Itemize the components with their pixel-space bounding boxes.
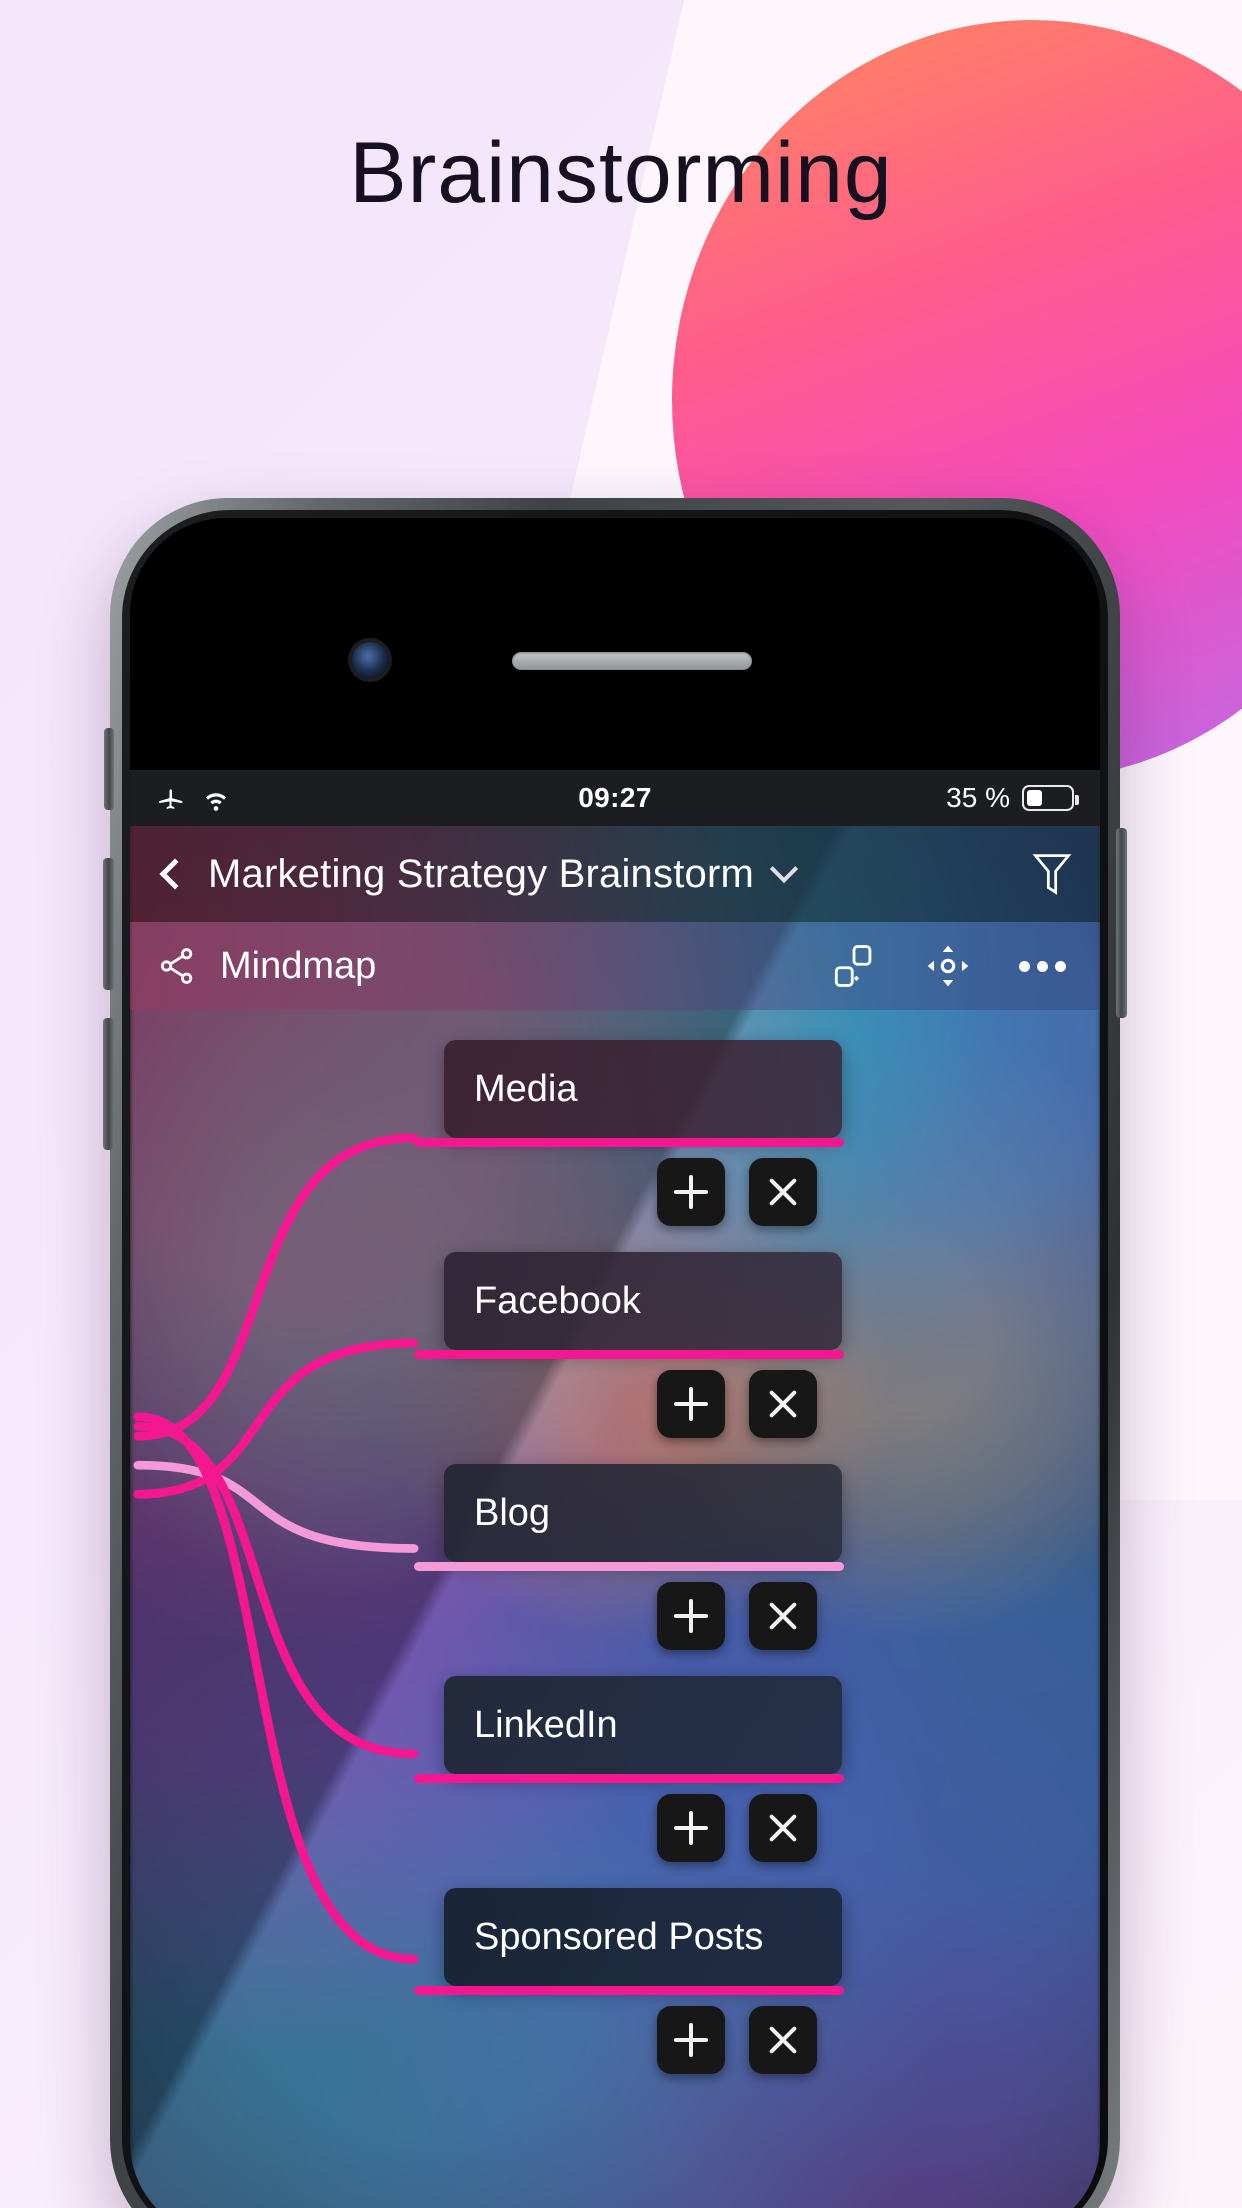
battery-icon [1022, 785, 1079, 811]
add-node-button[interactable] [657, 1582, 725, 1650]
chevron-left-icon[interactable] [159, 858, 191, 890]
node-action-row [657, 1794, 817, 1862]
sensor-row [130, 640, 1100, 680]
close-icon [765, 1386, 801, 1422]
mindmap-node-label: Blog [474, 1491, 551, 1534]
node-action-row [657, 1370, 817, 1438]
mindmap-edge [133, 1460, 419, 1553]
mindmap-node[interactable]: Media [444, 1040, 842, 1138]
earpiece-speaker [512, 652, 752, 670]
mindmap-node-label: Sponsored Posts [474, 1915, 764, 1958]
plus-icon [674, 1387, 708, 1421]
toolbar-actions [831, 943, 1074, 989]
more-horizontal-icon[interactable] [1019, 960, 1066, 972]
battery-fill [1027, 790, 1042, 806]
share-nodes-icon [160, 948, 193, 984]
add-node-button[interactable] [657, 1370, 725, 1438]
mindmap-node-connector [414, 1138, 844, 1147]
mindmap-edges [133, 1133, 419, 1964]
node-action-row [657, 1582, 817, 1650]
close-icon [765, 1810, 801, 1846]
navigation-bar: Marketing Strategy Brainstorm [130, 826, 1100, 922]
close-icon [765, 1598, 801, 1634]
delete-node-button[interactable] [749, 1794, 817, 1862]
chevron-down-icon[interactable] [769, 854, 799, 884]
status-bar: 09:27 35 % [130, 770, 1100, 826]
document-title[interactable]: Marketing Strategy Brainstorm [208, 852, 754, 897]
page-title: Brainstorming [349, 125, 893, 221]
phone-mockup: 09:27 35 % Marketing Strategy Brainstorm [103, 498, 1127, 2208]
close-icon [765, 1174, 801, 1210]
view-toolbar: Mindmap [130, 922, 1100, 1010]
airplane-icon [159, 789, 183, 809]
node-layout-icon[interactable] [831, 943, 877, 989]
mindmap-node[interactable]: Facebook [444, 1252, 842, 1350]
move-center-icon[interactable] [925, 943, 971, 989]
add-node-button[interactable] [657, 1158, 725, 1226]
mindmap-edge [133, 1412, 419, 1964]
delete-node-button[interactable] [749, 1158, 817, 1226]
mindmap-node-label: Facebook [474, 1279, 641, 1322]
add-node-button[interactable] [657, 2006, 725, 2074]
delete-node-button[interactable] [749, 1370, 817, 1438]
mindmap-node-connector [414, 1562, 844, 1571]
view-mode-label: Mindmap [220, 944, 377, 987]
mindmap-edge [133, 1133, 419, 1441]
mindmap-node[interactable]: Sponsored Posts [444, 1888, 842, 1986]
mindmap-node-connector [414, 1350, 844, 1359]
mindmap-edge [133, 1422, 419, 1759]
node-action-row [657, 2006, 817, 2074]
status-bar-left [156, 783, 232, 813]
funnel-icon[interactable] [1030, 848, 1074, 900]
wifi-icon [205, 793, 227, 811]
plus-icon [674, 1599, 708, 1633]
mindmap-node-label: LinkedIn [474, 1703, 618, 1746]
mute-switch[interactable] [104, 728, 114, 810]
status-bar-right: 35 % [946, 782, 1079, 814]
delete-node-button[interactable] [749, 2006, 817, 2074]
volume-up-button[interactable] [103, 858, 114, 990]
close-icon [765, 2022, 801, 2058]
mindmap-canvas[interactable]: Media Facebook Blog LinkedIn Sponsored Posts [130, 1010, 1100, 2208]
volume-down-button[interactable] [103, 1018, 114, 1150]
plus-icon [674, 1175, 708, 1209]
mindmap-node[interactable]: LinkedIn [444, 1676, 842, 1774]
power-button[interactable] [1116, 828, 1127, 1018]
app-screen: 09:27 35 % Marketing Strategy Brainstorm [130, 770, 1100, 2208]
plus-icon [674, 2023, 708, 2057]
node-action-row [657, 1158, 817, 1226]
mindmap-node-connector [414, 1774, 844, 1783]
front-camera-icon [352, 642, 388, 678]
plus-icon [674, 1811, 708, 1845]
mindmap-node[interactable]: Blog [444, 1464, 842, 1562]
phone-screen-area: 09:27 35 % Marketing Strategy Brainstorm [130, 518, 1100, 2208]
mindmap-node-label: Media [474, 1067, 578, 1110]
mindmap-node-connector [414, 1986, 844, 1995]
battery-percentage-label: 35 % [946, 782, 1010, 813]
add-node-button[interactable] [657, 1794, 725, 1862]
delete-node-button[interactable] [749, 1582, 817, 1650]
